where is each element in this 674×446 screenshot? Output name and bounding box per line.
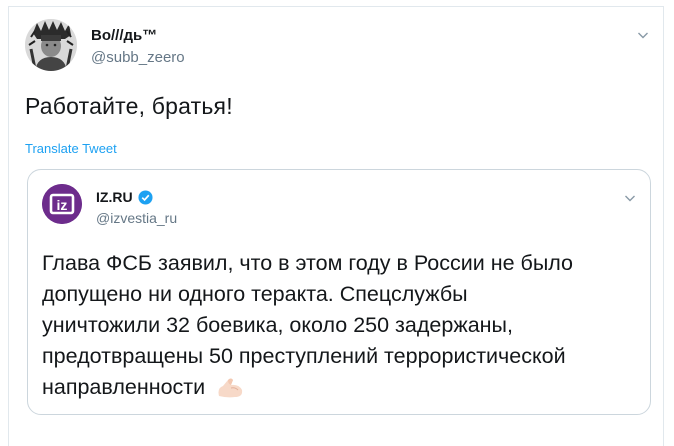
flexed-biceps-emoji	[218, 378, 243, 398]
quoted-tweet-text: Глава ФСБ заявил, что в этом году в Росс…	[42, 248, 642, 403]
quoted-text-line: допущено ни одного теракта. Спецслужбы	[42, 282, 468, 306]
quoted-author-name-label: IZ.RU	[96, 189, 133, 205]
quoted-text-line: направленности	[42, 375, 206, 399]
translate-tweet-link[interactable]: Translate Tweet	[25, 141, 117, 156]
chevron-down-icon[interactable]	[637, 29, 649, 41]
quoted-text-line-last: направленности	[42, 372, 642, 403]
avatar-image	[25, 19, 77, 71]
iz-logo-icon: iz	[42, 184, 82, 224]
quoted-author-handle[interactable]: @izvestia_ru	[96, 210, 177, 226]
iz-logo-avatar[interactable]: iz	[42, 184, 82, 224]
author-name[interactable]: Во///дь™	[91, 27, 157, 44]
verified-badge-icon	[138, 189, 153, 205]
logo-text: iz	[57, 197, 68, 213]
author-handle[interactable]: @subb_zeero	[91, 49, 185, 66]
quoted-text-line: Глава ФСБ заявил, что в этом году в Росс…	[42, 251, 574, 275]
quoted-text-line: предотвращены 50 преступлений террористи…	[42, 344, 566, 368]
tweet-text: Работайте, братья!	[25, 93, 233, 119]
author-avatar[interactable]	[25, 19, 77, 71]
quoted-text-line: уничтожили 32 боевика, около 250 задержа…	[42, 313, 513, 337]
quoted-tweet[interactable]: iz IZ.RU @izvestia_ru Глава ФСБ заявил, …	[27, 169, 651, 415]
tweet-card: Во///дь™ @subb_zeero Работайте, братья! …	[8, 6, 664, 446]
quoted-author-name[interactable]: IZ.RU	[96, 189, 153, 205]
quoted-chevron-down-icon[interactable]	[624, 192, 636, 204]
